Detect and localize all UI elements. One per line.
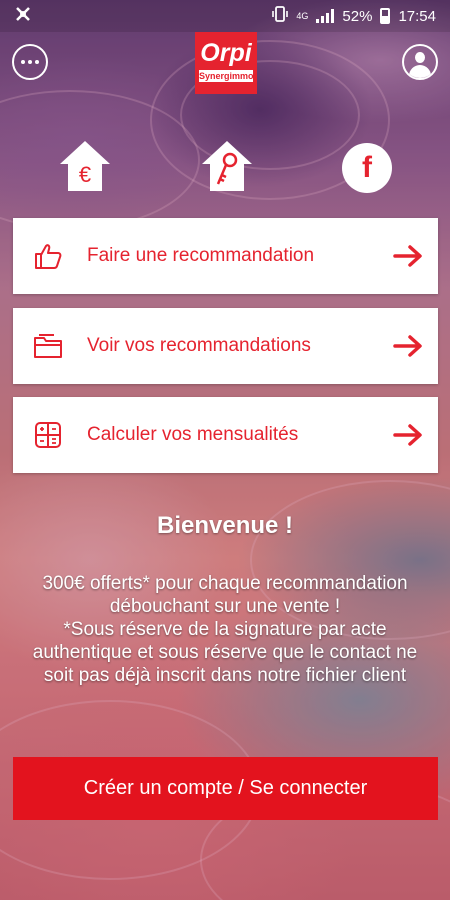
vibrate-icon xyxy=(272,6,289,26)
app-notification-icon xyxy=(14,5,32,27)
euro-symbol: € xyxy=(79,162,91,187)
facebook-button[interactable]: f xyxy=(342,143,392,193)
make-recommendation-button[interactable]: Faire une recommandation xyxy=(13,218,438,294)
house-key-icon[interactable] xyxy=(200,138,254,194)
view-recommendations-label: Voir vos recommandations xyxy=(87,335,311,356)
logo-brand: Orpi xyxy=(200,39,252,67)
folder-icon xyxy=(13,330,83,362)
calculate-payments-label: Calculer vos mensualités xyxy=(87,424,299,445)
more-dots-icon xyxy=(21,60,25,64)
calculator-icon xyxy=(13,419,83,451)
offer-text: 300€ offerts* pour chaque recommandation… xyxy=(28,572,422,687)
arrow-right-icon xyxy=(378,335,438,357)
calculate-payments-button[interactable]: Calculer vos mensualités xyxy=(13,397,438,473)
arrow-right-icon xyxy=(378,245,438,267)
status-bar: 4G 52% 17:54 xyxy=(0,0,450,32)
make-recommendation-label: Faire une recommandation xyxy=(87,245,315,266)
view-recommendations-button[interactable]: Voir vos recommandations xyxy=(13,308,438,384)
profile-button[interactable] xyxy=(402,44,438,80)
welcome-title: Bienvenue ! xyxy=(156,512,294,539)
offer-disclaimer: *Sous réserve de la signature par acte a… xyxy=(32,619,418,686)
logo-agency: Synergimmo xyxy=(199,70,254,82)
network-label: 4G xyxy=(296,11,309,21)
offer-line: 300€ offerts* pour chaque recommandation… xyxy=(42,573,408,617)
clock: 17:54 xyxy=(398,7,436,25)
thumbs-up-icon xyxy=(13,240,83,272)
battery-percent: 52% xyxy=(342,7,373,25)
facebook-icon: f xyxy=(362,151,372,184)
signal-icon xyxy=(316,9,335,23)
battery-icon xyxy=(380,8,391,24)
menu-button[interactable] xyxy=(12,44,48,80)
house-euro-icon[interactable]: € xyxy=(58,138,112,194)
orpi-logo: Orpi Synergimmo xyxy=(195,32,257,94)
create-account-login-button[interactable]: Créer un compte / Se connecter xyxy=(13,757,438,820)
arrow-right-icon xyxy=(378,424,438,446)
